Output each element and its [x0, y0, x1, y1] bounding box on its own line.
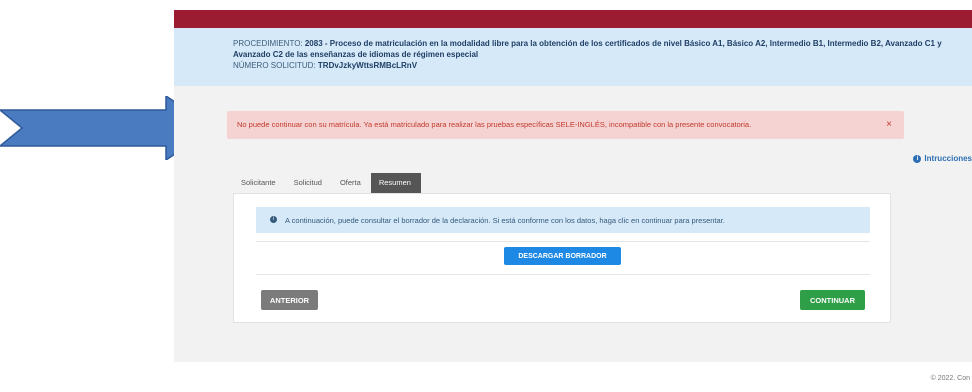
info-icon: i: [270, 216, 277, 223]
tab-oferta[interactable]: Oferta: [332, 173, 371, 193]
summary-card: i A continuación, puede consultar el bor…: [233, 193, 891, 323]
request-number: TRDvJzkyWttsRMBcLRnV: [317, 61, 418, 70]
download-draft-button[interactable]: DESCARGAR BORRADOR: [504, 247, 621, 265]
info-circle-icon: i: [913, 154, 922, 163]
tab-resumen[interactable]: Resumen: [370, 173, 421, 193]
divider: [256, 274, 870, 275]
procedure-info: PROCEDIMIENTO: 2083 - Proceso de matricu…: [174, 28, 972, 86]
info-note: i A continuación, puede consultar el bor…: [256, 207, 870, 233]
tab-solicitante[interactable]: Solicitante: [233, 173, 286, 193]
instructions-link[interactable]: i Intrucciones: [913, 154, 972, 163]
request-label: NÚMERO SOLICITUD:: [233, 61, 318, 70]
header-bar: [174, 10, 972, 28]
request-line: NÚMERO SOLICITUD: TRDvJzkyWttsRMBcLRnV: [233, 60, 972, 71]
tab-bar: Solicitante Solicitud Oferta Resumen: [233, 173, 421, 193]
tab-solicitud[interactable]: Solicitud: [286, 173, 332, 193]
main-panel: PROCEDIMIENTO: 2083 - Proceso de matricu…: [174, 0, 972, 362]
error-alert: No puede continuar con su matrícula. Ya …: [227, 111, 904, 139]
footer-copyright: © 2022. Con: [930, 375, 970, 382]
previous-button[interactable]: ANTERIOR: [261, 290, 318, 310]
divider: [256, 241, 870, 242]
procedure-title: 2083 - Proceso de matriculación en la mo…: [233, 39, 942, 59]
close-icon[interactable]: ×: [886, 119, 892, 130]
top-bar: [174, 0, 972, 10]
info-note-text: A continuación, puede consultar el borra…: [285, 216, 725, 225]
instructions-label: Intrucciones: [924, 154, 972, 163]
alert-message: No puede continuar con su matrícula. Ya …: [237, 120, 752, 129]
procedure-label: PROCEDIMIENTO:: [233, 39, 305, 48]
continue-button[interactable]: CONTINUAR: [800, 290, 865, 310]
procedure-line: PROCEDIMIENTO: 2083 - Proceso de matricu…: [233, 38, 972, 60]
